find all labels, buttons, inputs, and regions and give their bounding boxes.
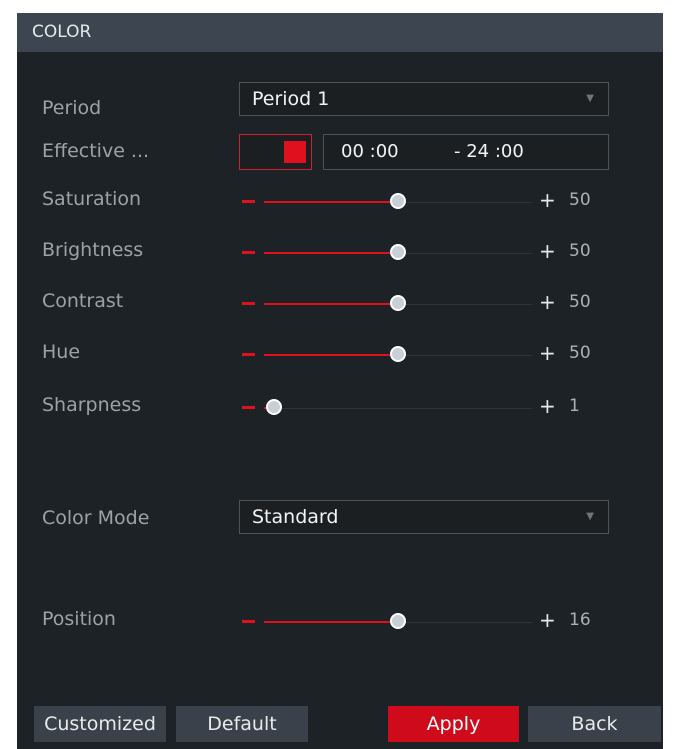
saturation-slider[interactable]: + 50	[242, 188, 602, 216]
effective-label: Effective ...	[42, 140, 150, 162]
panel-title: COLOR	[17, 13, 663, 52]
end-time[interactable]: - 24 :00	[454, 135, 524, 169]
color-settings-panel: COLOR Period Period 1 ▼ Effective ... 00…	[17, 13, 663, 749]
position-label: Position	[42, 608, 116, 630]
brightness-value: 50	[569, 241, 591, 261]
contrast-label: Contrast	[42, 290, 124, 312]
slider-fill	[264, 201, 398, 203]
increase-icon[interactable]: +	[539, 188, 556, 212]
decrease-icon[interactable]	[242, 353, 255, 356]
default-button[interactable]: Default	[176, 706, 308, 742]
customized-button[interactable]: Customized	[34, 706, 166, 742]
chevron-down-icon: ▼	[586, 93, 594, 104]
hue-label: Hue	[42, 341, 81, 363]
contrast-value: 50	[569, 292, 591, 312]
sharpness-label: Sharpness	[42, 394, 142, 416]
sharpness-slider[interactable]: + 1	[242, 394, 602, 422]
period-label: Period	[42, 97, 102, 119]
increase-icon[interactable]: +	[539, 341, 556, 365]
chevron-down-icon: ▼	[586, 511, 594, 522]
slider-fill	[264, 252, 398, 254]
apply-button[interactable]: Apply	[388, 706, 519, 742]
slider-fill	[264, 621, 398, 623]
back-button[interactable]: Back	[528, 706, 661, 742]
effective-toggle[interactable]	[239, 134, 312, 170]
color-mode-label: Color Mode	[42, 507, 150, 529]
brightness-label: Brightness	[42, 239, 144, 261]
brightness-slider[interactable]: + 50	[242, 239, 602, 267]
start-time[interactable]: 00 :00	[341, 135, 399, 169]
decrease-icon[interactable]	[242, 620, 255, 623]
sharpness-value: 1	[569, 396, 580, 416]
slider-thumb[interactable]	[390, 295, 406, 311]
period-value: Period 1	[252, 88, 330, 110]
slider-thumb[interactable]	[390, 613, 406, 629]
color-mode-value: Standard	[252, 506, 339, 528]
slider-thumb[interactable]	[390, 244, 406, 260]
increase-icon[interactable]: +	[539, 608, 556, 632]
contrast-slider[interactable]: + 50	[242, 290, 602, 318]
saturation-value: 50	[569, 190, 591, 210]
toggle-knob	[284, 141, 306, 163]
decrease-icon[interactable]	[242, 200, 255, 203]
decrease-icon[interactable]	[242, 302, 255, 305]
increase-icon[interactable]: +	[539, 239, 556, 263]
decrease-icon[interactable]	[242, 406, 255, 409]
position-value: 16	[569, 610, 591, 630]
slider-thumb[interactable]	[390, 346, 406, 362]
period-dropdown[interactable]: Period 1 ▼	[239, 82, 609, 116]
saturation-label: Saturation	[42, 188, 142, 210]
hue-value: 50	[569, 343, 591, 363]
slider-track[interactable]	[264, 408, 532, 409]
position-slider[interactable]: + 16	[242, 608, 602, 636]
slider-thumb[interactable]	[390, 193, 406, 209]
hue-slider[interactable]: + 50	[242, 341, 602, 369]
color-mode-dropdown[interactable]: Standard ▼	[239, 500, 609, 534]
increase-icon[interactable]: +	[539, 394, 556, 418]
decrease-icon[interactable]	[242, 251, 255, 254]
effective-time-range[interactable]: 00 :00 - 24 :00	[323, 134, 609, 170]
slider-thumb[interactable]	[266, 399, 282, 415]
increase-icon[interactable]: +	[539, 290, 556, 314]
slider-fill	[264, 303, 398, 305]
slider-fill	[264, 354, 398, 356]
